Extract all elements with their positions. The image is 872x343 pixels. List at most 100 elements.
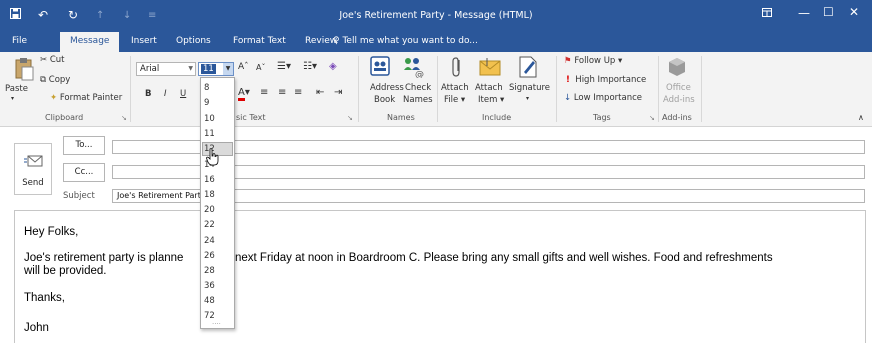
basic-text-launcher-icon[interactable]: ↘ [347,114,353,122]
group-label-addins: Add-ins [662,113,692,122]
paste-button[interactable]: Paste [5,84,28,94]
paperclip-icon [451,56,463,81]
hand-cursor-icon [206,148,220,169]
signature-icon [518,56,538,81]
font-size-option[interactable]: 26 [204,251,215,261]
underline-icon[interactable]: U [180,89,186,99]
message-body[interactable] [14,210,866,343]
tab-options[interactable]: Options [176,36,211,46]
font-size-box[interactable]: 11 ▼ [198,62,234,76]
font-size-option[interactable]: 36 [204,281,215,291]
exclamation-icon: ! [566,75,570,85]
subject-value: Joe's Retirement Party [117,191,206,200]
send-button[interactable]: Send [14,143,52,195]
align-left-icon[interactable]: ≡ [260,87,268,98]
group-label-basic-text: sic Text [236,113,266,122]
check-names-button[interactable]: Check [405,83,431,93]
maximize-icon[interactable]: ☐ [823,5,834,19]
decrease-indent-icon[interactable]: ⇤ [316,87,324,98]
paste-dropdown-icon[interactable]: ▾ [11,95,14,102]
bold-icon[interactable]: B [145,89,151,99]
font-size-option[interactable]: 20 [204,205,215,215]
font-size-option[interactable]: 18 [204,190,215,200]
tab-insert[interactable]: Insert [131,36,157,46]
font-color-icon[interactable]: A▾ [238,87,250,101]
clear-formatting-icon[interactable]: ◈ [329,61,337,72]
body-thanks: Thanks, [24,292,65,304]
font-size-option[interactable]: 9 [204,98,209,108]
scissors-icon: ✂ [40,55,48,65]
paintbrush-icon: ✦ [50,93,58,103]
send-envelope-icon [24,154,44,171]
tell-me-text: Tell me what you want to do... [342,36,478,46]
font-size-option[interactable]: 8 [204,83,209,93]
separator [358,56,359,122]
lightbulb-icon: ♀ [333,36,340,46]
font-name-box[interactable]: Arial ▼ [136,62,196,76]
tab-message[interactable]: Message [60,32,120,52]
tell-me-box[interactable]: ♀ Tell me what you want to do... [333,36,478,46]
bullets-icon[interactable]: ☰▾ [277,61,291,72]
font-size-option[interactable]: 22 [204,220,215,230]
minimize-icon[interactable]: — [798,6,810,20]
group-label-include: Include [482,113,512,122]
collapse-ribbon-icon[interactable]: ∧ [858,113,864,122]
low-importance-button[interactable]: ↓ Low Importance [564,93,642,103]
send-label: Send [22,178,44,188]
font-size-option[interactable]: 28 [204,266,215,276]
separator [437,56,438,122]
shrink-font-icon[interactable]: Aˇ [256,63,265,72]
font-size-option[interactable]: 16 [204,175,215,185]
office-addins-icon [668,57,686,80]
tab-format-text[interactable]: Format Text [233,36,286,46]
group-label-clipboard: Clipboard [45,113,84,122]
font-size-option[interactable]: 48 [204,296,215,306]
tab-file[interactable]: File [12,36,27,46]
ribbon-display-icon[interactable] [762,6,772,20]
align-right-icon[interactable]: ≡ [294,87,302,98]
group-label-names: Names [387,113,415,122]
attach-file-button[interactable]: Attach [441,83,469,93]
font-size-dropdown-icon[interactable]: ▼ [223,63,233,75]
italic-icon[interactable]: I [164,89,167,99]
body-line-1b: next Friday at noon in Boardroom C. Plea… [235,252,773,264]
body-greeting: Hey Folks, [24,226,79,238]
paste-icon[interactable] [14,56,34,85]
copy-button[interactable]: ⧉ Copy [40,75,70,85]
title-bar: ↶ ↻ ↑ ↓ ≡ Joe's Retirement Party - Messa… [0,0,872,32]
high-importance-button[interactable]: ! High Importance [566,75,646,85]
down-arrow-icon: ↓ [564,93,572,103]
format-painter-button[interactable]: ✦ Format Painter [50,93,122,103]
body-line-1a: Joe's retirement party is planne [24,252,184,264]
body-signature: John [24,322,49,334]
grow-font-icon[interactable]: Aˆ [238,62,249,72]
attach-item-icon [479,58,501,79]
separator [658,56,659,122]
address-book-button[interactable]: Address [370,83,404,93]
font-name-value: Arial [140,64,160,74]
attach-item-button[interactable]: Attach [475,83,503,93]
signature-dropdown-icon[interactable]: ▾ [526,95,529,102]
font-size-option[interactable]: 24 [204,236,215,246]
group-label-tags: Tags [593,113,611,122]
signature-button[interactable]: Signature [509,83,550,93]
dropdown-resize-grip-icon[interactable]: ···· [212,320,221,328]
cut-button[interactable]: ✂ Cut [40,55,64,65]
clipboard-launcher-icon[interactable]: ↘ [121,114,127,122]
separator [556,56,557,122]
cc-button[interactable]: Cc... [63,163,105,182]
close-icon[interactable]: ✕ [849,5,859,19]
font-name-dropdown-icon[interactable]: ▼ [188,65,193,72]
font-size-option[interactable]: 10 [204,114,215,124]
office-addins-button[interactable]: Office [666,83,691,93]
body-line-2: will be provided. [24,265,107,277]
tags-launcher-icon[interactable]: ↘ [649,114,655,122]
flag-icon: ⚑ [564,56,572,66]
increase-indent-icon[interactable]: ⇥ [334,87,342,98]
align-center-icon[interactable]: ≡ [278,87,286,98]
to-button[interactable]: To... [63,136,105,155]
font-size-option[interactable]: 11 [204,129,215,139]
numbering-icon[interactable]: ☷▾ [303,61,317,72]
follow-up-button[interactable]: ⚑ Follow Up ▾ [564,56,622,66]
window-title: Joe's Retirement Party - Message (HTML) [339,10,533,21]
